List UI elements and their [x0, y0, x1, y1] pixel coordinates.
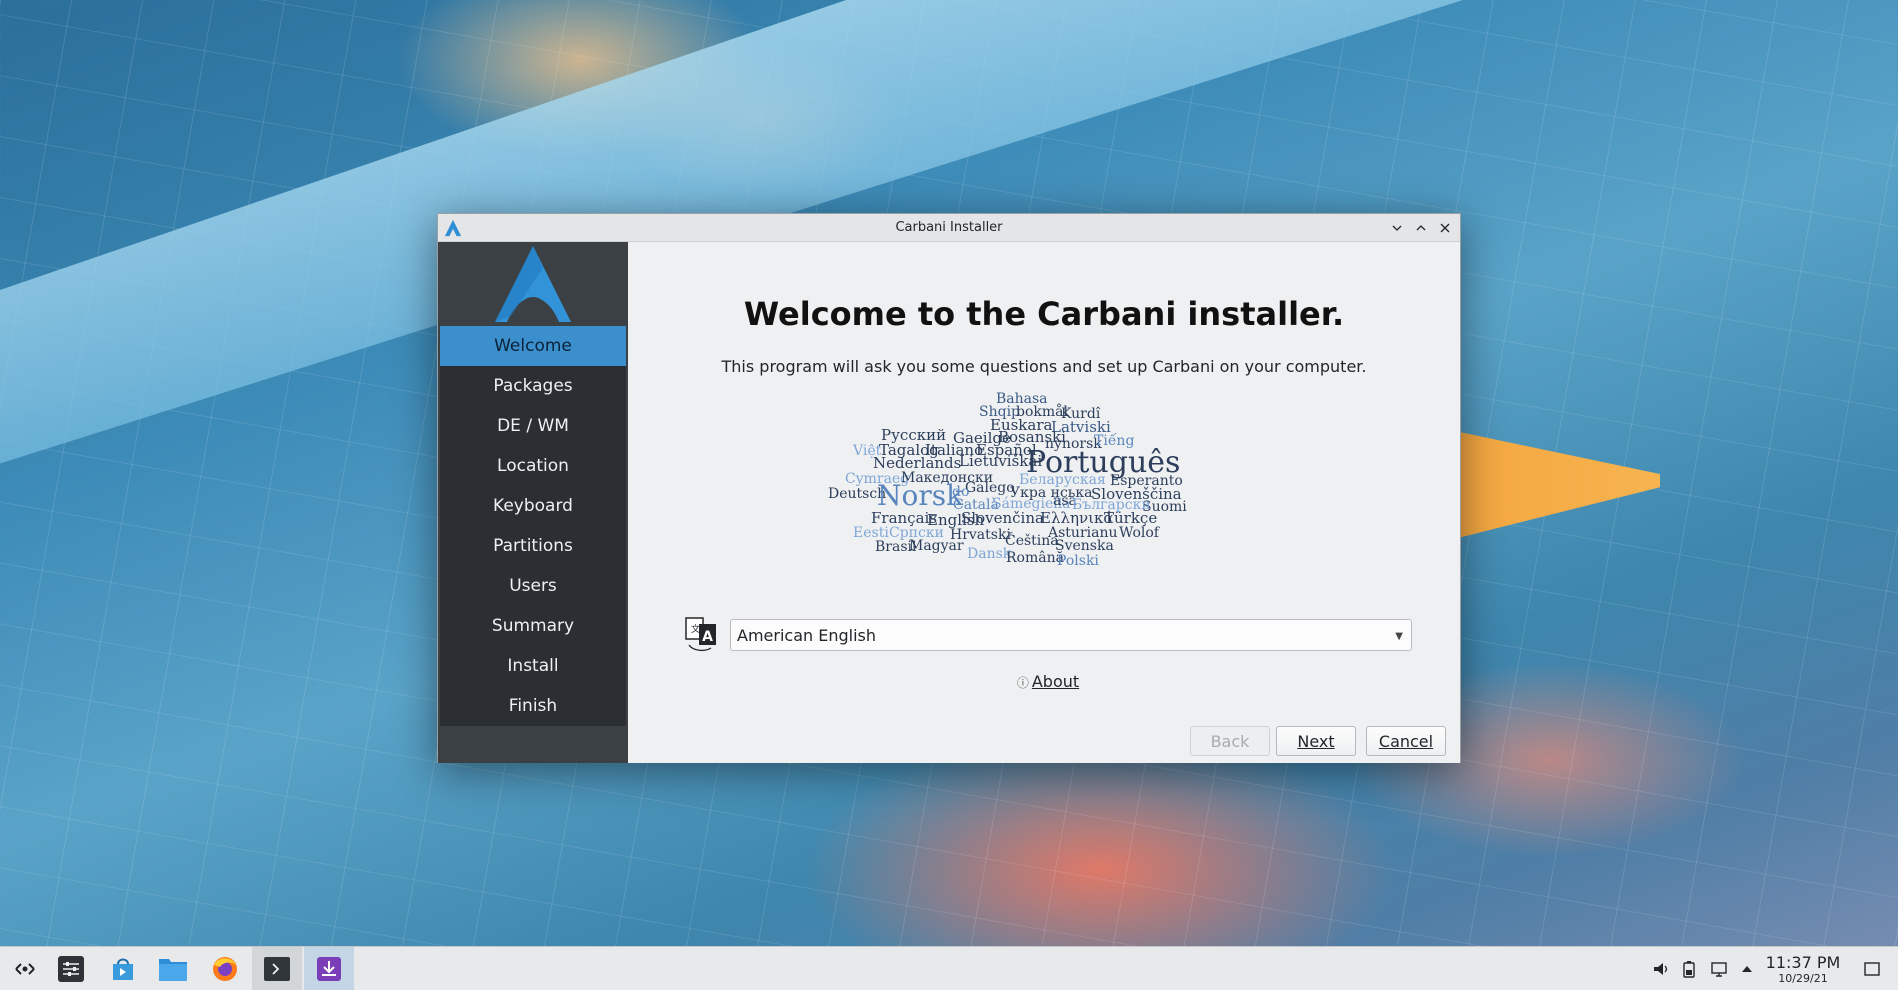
about-button[interactable]: ⓘ About — [948, 672, 1148, 691]
clock-time: 11:37 PM — [1765, 953, 1841, 972]
sidebar-item-install: Install — [507, 656, 559, 676]
language-select-value: American English — [737, 625, 876, 645]
cancel-button[interactable]: Cancel — [1366, 726, 1446, 756]
close-icon[interactable] — [1434, 217, 1456, 239]
wordcloud-word: Galego — [965, 480, 1015, 496]
terminal-icon[interactable] — [252, 947, 302, 990]
wordcloud-word: Magyar — [909, 538, 964, 554]
back-button[interactable]: Back — [1190, 726, 1270, 756]
application-launcher-icon[interactable] — [0, 947, 50, 990]
sidebar-item-keyboard: Keyboard — [493, 496, 573, 516]
window-titlebar[interactable]: Carbani Installer — [438, 214, 1460, 242]
carbani-app-icon — [444, 219, 462, 237]
file-manager-icon[interactable] — [148, 947, 198, 990]
wordcloud-word: Ελληνικά — [1040, 509, 1114, 527]
volume-icon[interactable] — [1648, 960, 1674, 978]
show-desktop-icon[interactable] — [1852, 947, 1892, 990]
system-settings-icon[interactable] — [46, 947, 96, 990]
taskbar: 11:37 PM 10/29/21 — [0, 946, 1898, 990]
sidebar-item-summary: Summary — [491, 616, 575, 636]
sidebar-item-packages: Packages — [493, 376, 573, 396]
minimize-icon[interactable] — [1386, 217, 1408, 239]
discover-store-icon[interactable] — [98, 947, 148, 990]
info-icon: ⓘ — [1016, 676, 1029, 690]
steps-list: Welcome Packages DE / WM Location Keyboa… — [440, 326, 626, 726]
wordcloud-word: Български — [1072, 497, 1151, 513]
sidebar-item-de-wm: DE / WM — [497, 416, 569, 436]
expand-tray-icon[interactable] — [1734, 964, 1760, 974]
next-button[interactable]: Next — [1276, 726, 1356, 756]
language-icon: A 文 — [685, 617, 716, 652]
wordcloud-word: Norsk — [877, 479, 964, 512]
network-icon[interactable] — [1704, 960, 1734, 978]
sidebar-item-finish: Finish — [508, 696, 558, 716]
wallpaper-orange-shape — [1450, 430, 1660, 540]
svg-text:A: A — [702, 629, 713, 645]
carbani-logo-icon — [495, 246, 571, 322]
clock-date: 10/29/21 — [1778, 972, 1828, 985]
wordcloud-word: Wolof — [1119, 525, 1159, 541]
wordcloud-word: do — [952, 484, 970, 500]
wordcloud-word: Polski — [1057, 553, 1099, 569]
wordcloud-word: Dansk — [967, 546, 1012, 562]
language-select[interactable]: American English ▼ — [730, 619, 1412, 651]
sidebar-item-location: Location — [497, 456, 569, 476]
cancel-label: Cancel — [1378, 731, 1434, 751]
wordcloud-word: Nederlands — [873, 454, 962, 472]
next-label: Next — [1297, 731, 1335, 751]
battery-icon[interactable] — [1674, 960, 1704, 978]
wordcloud-word: Română — [1006, 550, 1064, 566]
wordcloud-word: Türkçe — [1104, 509, 1158, 527]
wordcloud-word: Eesti — [853, 525, 889, 541]
firefox-icon[interactable] — [200, 947, 250, 990]
about-label: About — [1031, 672, 1080, 691]
sidebar-item-users: Users — [509, 576, 557, 596]
clock[interactable]: 11:37 PM 10/29/21 — [1758, 953, 1848, 985]
sidebar-item-partitions: Partitions — [493, 536, 573, 556]
wordcloud-word: Slovenčina — [961, 509, 1044, 527]
maximize-icon[interactable] — [1410, 217, 1432, 239]
page-subtitle: This program will ask you some questions… — [721, 357, 1367, 376]
language-wordcloud: Bahasa Shqip bokmål Kurdî Euskara Latviski Рус… — [828, 392, 1268, 592]
wordcloud-word: Čeština — [1005, 533, 1059, 549]
chevron-down-icon: ▼ — [1395, 631, 1403, 642]
sidebar-item-welcome: Welcome — [440, 326, 626, 366]
svg-text:文: 文 — [691, 623, 700, 635]
installer-icon[interactable] — [304, 947, 354, 990]
installer-window: Carbani Installer Welcome Packages DE / … — [437, 213, 1461, 763]
steps-sidebar: Welcome Packages DE / WM Location Keyboa… — [438, 242, 628, 763]
welcome-page: Welcome to the Carbani installer. This p… — [628, 242, 1460, 763]
system-tray — [1648, 947, 1760, 990]
window-title: Carbani Installer — [895, 220, 1003, 235]
page-title: Welcome to the Carbani installer. — [743, 295, 1345, 333]
